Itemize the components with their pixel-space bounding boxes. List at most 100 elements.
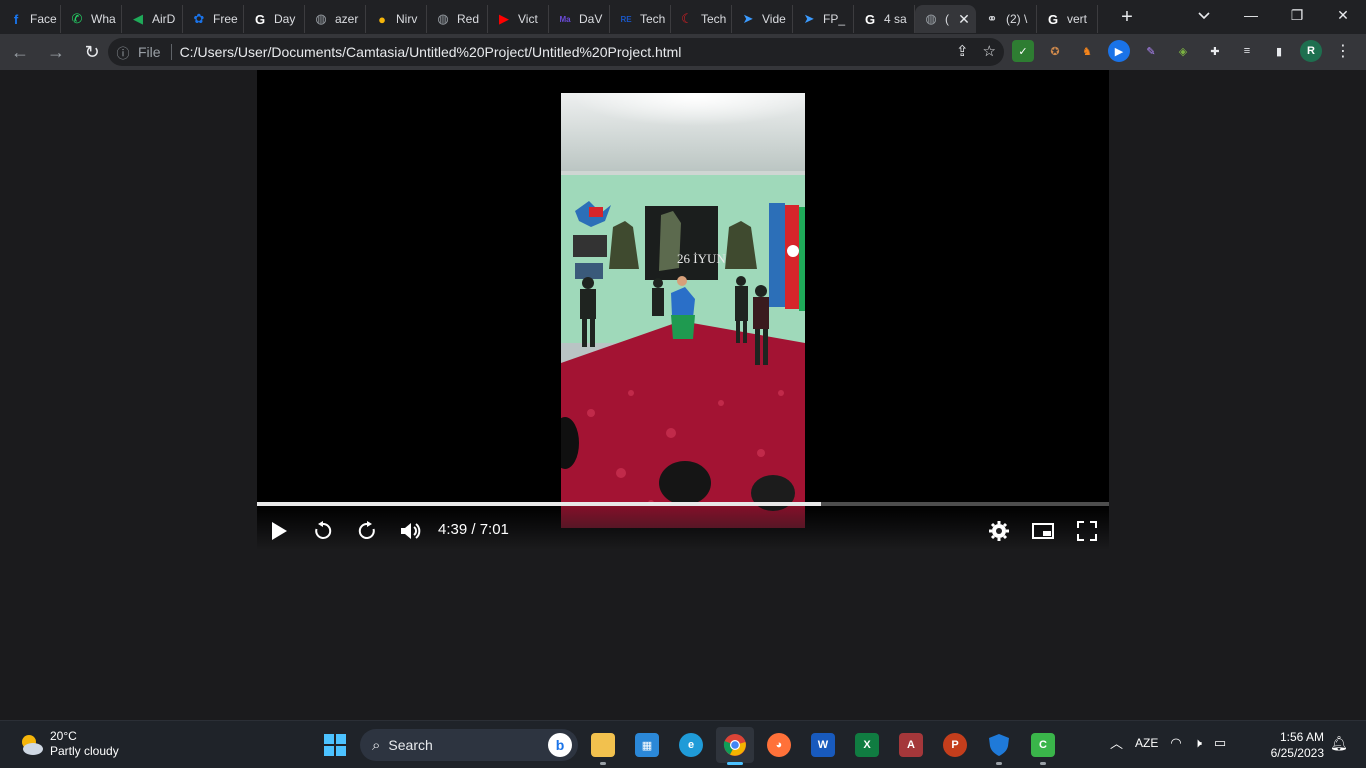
color-picker-icon[interactable]: ◈	[1172, 40, 1194, 62]
access-icon: A	[899, 733, 923, 757]
edge-app[interactable]: e	[672, 727, 710, 763]
browser-tab[interactable]: RE Tech	[610, 5, 671, 33]
tab-title: (2) \	[1006, 12, 1028, 26]
wifi-icon[interactable]: ◠	[1170, 735, 1181, 751]
media-queue-icon[interactable]: ≡	[1236, 40, 1258, 62]
close-window-button[interactable]: ✕	[1320, 0, 1366, 30]
globe-icon: ◍	[315, 11, 327, 26]
progress-bar[interactable]	[257, 502, 1109, 506]
battery-icon[interactable]: ▭	[1214, 735, 1226, 751]
tab-search-chevron-icon[interactable]	[1190, 4, 1218, 28]
show-hidden-icons-chevron-icon[interactable]: ︿	[1110, 733, 1123, 752]
browser-tab[interactable]: Gvert	[1037, 5, 1098, 33]
browser-tab[interactable]: ➤ FP_	[793, 5, 854, 33]
chrome-app[interactable]	[716, 727, 754, 765]
metamask-fox-icon[interactable]: ♞	[1076, 40, 1098, 62]
tab-title: Day	[274, 12, 296, 26]
fullscreen-icon	[1077, 521, 1097, 541]
share-icon[interactable]: ⇪	[956, 42, 969, 60]
browser-tab[interactable]: ◍ Red	[427, 5, 488, 33]
play-button[interactable]	[266, 518, 292, 544]
feather-icon[interactable]: ✎	[1140, 40, 1162, 62]
tab-title: Vict	[518, 12, 538, 26]
info-icon[interactable]: ⓘ	[108, 43, 138, 62]
file-explorer-app[interactable]	[584, 727, 622, 765]
tab-title: Vide	[762, 12, 786, 26]
defender-app[interactable]	[980, 727, 1018, 765]
adblock-shield-icon[interactable]: ✓	[1012, 40, 1034, 62]
browser-tab[interactable]: ✆ Wha	[61, 5, 122, 33]
rewind-button[interactable]	[310, 518, 336, 544]
player-controls	[257, 506, 1109, 550]
browser-tab[interactable]: ◍ (✕	[915, 5, 976, 33]
weather-widget[interactable]: 20°C Partly cloudy	[18, 729, 119, 759]
fish-icon: ➤	[742, 11, 754, 26]
minimize-button[interactable]: —	[1228, 0, 1274, 30]
back-button[interactable]: ←	[4, 36, 36, 68]
new-tab-button[interactable]: +	[1112, 2, 1142, 32]
browser-tab[interactable]: f Face	[0, 5, 61, 33]
taskbar-search[interactable]: ⌕ Search b	[360, 729, 578, 761]
address-bar[interactable]: ⓘ File C:/Users/User/Documents/Camtasia/…	[108, 38, 1004, 66]
close-tab-icon[interactable]: ✕	[956, 11, 972, 28]
video-frame[interactable]: 26 İYUN	[561, 93, 805, 528]
rewind-icon	[315, 521, 332, 539]
picture-in-picture-button[interactable]	[1030, 518, 1056, 544]
cookie-icon[interactable]: ✪	[1044, 40, 1066, 62]
excel-app[interactable]: X	[848, 727, 886, 763]
bing-icon[interactable]: b	[548, 733, 572, 757]
search-label: Search	[388, 737, 433, 753]
start-button[interactable]	[316, 727, 354, 763]
browser-tab[interactable]: G Day	[244, 5, 305, 33]
progress-fill	[257, 502, 822, 506]
google-icon: G	[1047, 11, 1059, 27]
tab-title: Red	[457, 12, 480, 26]
menu-kebab-icon[interactable]: ⋮	[1332, 40, 1354, 62]
speaker-icon[interactable]: 🕨	[1194, 735, 1202, 751]
settings-button[interactable]	[986, 518, 1012, 544]
powerpoint-app[interactable]: P	[936, 727, 974, 763]
profile-avatar[interactable]: R	[1300, 40, 1322, 62]
browser-tab[interactable]: ▶ Vict	[488, 5, 549, 33]
forward-button[interactable]	[354, 518, 380, 544]
extensions-area: ✓ ✪ ♞ ▶ ✎ ◈ ✚ ≡ ▮ R ⋮	[1012, 40, 1354, 62]
banner-text: 26 İYUN	[677, 251, 726, 266]
notifications-bell-icon[interactable]: 🔔︎	[1330, 735, 1348, 752]
clock[interactable]: 1:56 AM 6/25/2023	[1262, 729, 1324, 761]
play-extension-icon[interactable]: ▶	[1108, 40, 1130, 62]
restore-button[interactable]: ❐	[1274, 0, 1320, 30]
firefox-app[interactable]: ◕	[760, 727, 798, 763]
window-controls: — ❐ ✕	[1228, 0, 1366, 34]
browser-tab[interactable]: ◀ AirD	[122, 5, 183, 33]
language-indicator[interactable]: AZE	[1135, 736, 1158, 750]
tab-title: vert	[1067, 12, 1088, 26]
browser-tab[interactable]: ⚭ (2) \	[976, 5, 1037, 33]
browser-tab[interactable]: ☾ Tech	[671, 5, 732, 33]
partly-cloudy-icon	[22, 735, 43, 755]
side-panel-icon[interactable]: ▮	[1268, 40, 1290, 62]
time-display: 4:39 / 7:01	[438, 521, 509, 538]
access-app[interactable]: A	[892, 727, 930, 763]
gear-icon	[989, 521, 1009, 541]
browser-tab[interactable]: ➤ Vide	[732, 5, 793, 33]
video-player[interactable]: 26 İYUN 4:39 / 7:01	[257, 70, 1109, 550]
bookmark-star-icon[interactable]: ☆	[983, 42, 996, 60]
url-text[interactable]: C:/Users/User/Documents/Camtasia/Untitle…	[180, 44, 682, 60]
clock-date: 6/25/2023	[1270, 746, 1324, 760]
browser-tab[interactable]: ◍ azer	[305, 5, 366, 33]
browser-tab[interactable]: ● Nirv	[366, 5, 427, 33]
browser-tab[interactable]: ✿ Free	[183, 5, 244, 33]
extensions-puzzle-icon[interactable]: ✚	[1204, 40, 1226, 62]
word-icon: W	[811, 733, 835, 757]
volume-button[interactable]	[398, 518, 424, 544]
forward-button[interactable]: →	[40, 36, 72, 68]
reload-button[interactable]: ↻	[76, 36, 108, 68]
browser-tab[interactable]: G 4 sa	[854, 5, 915, 33]
tab-strip: f Face ✆ Wha ◀ AirD ✿ Free G Day ◍ azer ● Nirv ◍ Red ▶ Vi…	[0, 0, 1366, 34]
camtasia-app[interactable]: C	[1024, 727, 1062, 765]
microsoft-store-app[interactable]: ▦	[628, 727, 666, 763]
globe-icon: ◍	[925, 11, 937, 26]
word-app[interactable]: W	[804, 727, 842, 763]
browser-tab[interactable]: Ma DaV	[549, 5, 610, 33]
fullscreen-button[interactable]	[1074, 518, 1100, 544]
